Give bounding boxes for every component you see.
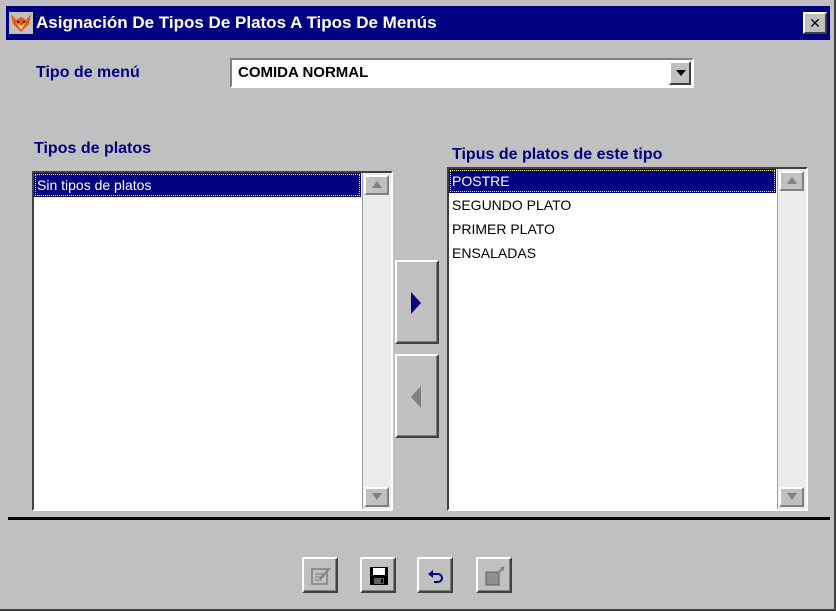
remove-type-button[interactable] xyxy=(395,354,439,438)
available-types-label: Tipos de platos xyxy=(34,140,152,157)
undo-button[interactable] xyxy=(417,557,453,593)
arrow-right-icon xyxy=(411,292,421,314)
menu-type-value: COMIDA NORMAL xyxy=(238,64,369,81)
scroll-up-button[interactable] xyxy=(364,175,389,195)
undo-icon xyxy=(428,570,443,583)
list-item[interactable]: POSTRE xyxy=(449,169,776,193)
exit-icon xyxy=(485,566,505,586)
available-items: Sin tipos de platos xyxy=(34,173,361,509)
fox-icon xyxy=(9,12,33,34)
edit-icon xyxy=(311,567,331,585)
close-button[interactable]: ✕ xyxy=(803,12,827,34)
assigned-items: POSTRE SEGUNDO PLATO PRIMER PLATO ENSALA… xyxy=(449,169,776,509)
list-item[interactable]: Sin tipos de platos xyxy=(34,173,361,197)
menu-type-label: Tipo de menú xyxy=(36,64,140,81)
exit-button[interactable] xyxy=(476,557,512,593)
scroll-down-button[interactable] xyxy=(779,487,804,507)
vertical-scrollbar[interactable] xyxy=(777,169,806,509)
scroll-up-button[interactable] xyxy=(779,171,804,191)
window-title: Asignación De Tipos De Platos A Tipos De… xyxy=(36,13,437,32)
vertical-scrollbar[interactable] xyxy=(362,173,391,509)
list-item[interactable]: SEGUNDO PLATO xyxy=(449,193,776,217)
assigned-types-list[interactable]: POSTRE SEGUNDO PLATO PRIMER PLATO ENSALA… xyxy=(447,167,808,511)
assigned-types-label: Tipus de platos de este tipo xyxy=(452,146,663,163)
menu-type-combobox[interactable]: COMIDA NORMAL xyxy=(230,58,694,88)
add-type-button[interactable] xyxy=(395,260,439,344)
title-bar[interactable]: Asignación De Tipos De Platos A Tipos De… xyxy=(6,6,830,40)
list-item[interactable]: PRIMER PLATO xyxy=(449,217,776,241)
save-button[interactable] xyxy=(360,557,396,593)
chevron-up-icon xyxy=(372,181,382,188)
chevron-down-icon xyxy=(676,70,686,76)
chevron-down-icon xyxy=(787,493,797,500)
save-icon xyxy=(370,567,388,585)
separator xyxy=(8,517,830,520)
dropdown-button[interactable] xyxy=(669,61,691,85)
arrow-left-icon xyxy=(411,386,421,408)
chevron-up-icon xyxy=(787,177,797,184)
scroll-down-button[interactable] xyxy=(364,487,389,507)
edit-button[interactable] xyxy=(302,557,338,593)
available-types-list[interactable]: Sin tipos de platos xyxy=(32,171,393,511)
list-item[interactable]: ENSALADAS xyxy=(449,241,776,265)
chevron-down-icon xyxy=(372,493,382,500)
dialog-window: Asignación De Tipos De Platos A Tipos De… xyxy=(0,0,836,611)
